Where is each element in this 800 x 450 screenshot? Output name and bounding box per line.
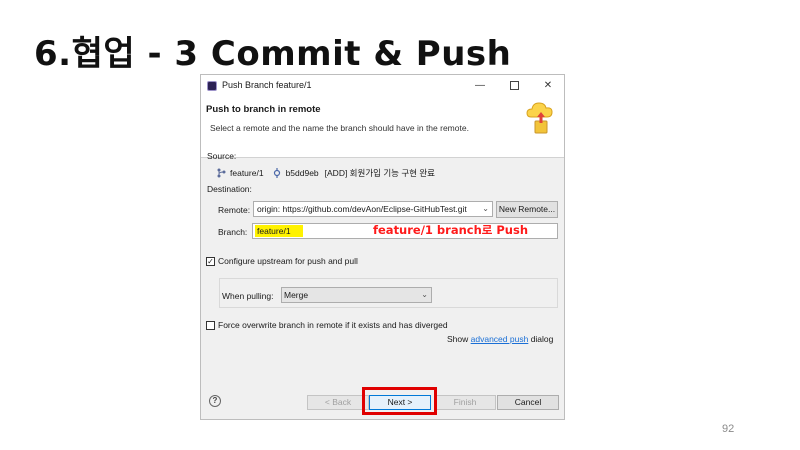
dialog-text: dialog bbox=[530, 334, 554, 344]
destination-label: Destination: bbox=[207, 184, 252, 194]
branch-icon bbox=[217, 168, 226, 178]
eclipse-app-icon bbox=[207, 81, 217, 91]
help-icon[interactable]: ? bbox=[209, 395, 221, 407]
source-branch: feature/1 bbox=[230, 168, 264, 178]
source-commit-message: [ADD] 회원가입 기능 구현 완료 bbox=[324, 168, 435, 178]
source-commit-id: b5dd9eb bbox=[285, 168, 319, 178]
show-text: Show bbox=[447, 334, 469, 344]
minimize-button[interactable]: — bbox=[469, 78, 491, 94]
advanced-push-row: Show advanced push dialog bbox=[447, 334, 553, 344]
when-pulling-select[interactable]: Merge ⌄ bbox=[281, 287, 432, 303]
finish-button[interactable]: Finish bbox=[434, 395, 496, 410]
chevron-down-icon: ⌄ bbox=[421, 290, 428, 299]
branch-label: Branch: bbox=[218, 227, 248, 237]
remote-select[interactable]: origin: https://github.com/devAon/Eclips… bbox=[253, 201, 493, 217]
maximize-button[interactable] bbox=[503, 78, 525, 94]
wizard-heading: Push to branch in remote bbox=[206, 104, 321, 115]
when-pulling-label: When pulling: bbox=[222, 291, 274, 301]
window-title: Push Branch feature/1 bbox=[222, 80, 312, 90]
when-pulling-value: Merge bbox=[284, 290, 309, 300]
branch-input[interactable]: feature/1 feature/1 branch로 Push bbox=[252, 223, 558, 239]
close-button[interactable]: ✕ bbox=[537, 78, 559, 94]
commit-icon bbox=[273, 168, 280, 178]
configure-upstream-checkbox[interactable]: ✓ bbox=[206, 257, 215, 266]
branch-value: feature/1 bbox=[255, 225, 303, 237]
configure-upstream-label: Configure upstream for push and pull bbox=[218, 256, 358, 266]
push-branch-dialog: Push Branch feature/1 — ✕ Push to branch… bbox=[200, 74, 565, 420]
next-button-highlight bbox=[362, 387, 437, 415]
wizard-description: Select a remote and the name the branch … bbox=[210, 123, 469, 133]
back-button[interactable]: < Back bbox=[307, 395, 369, 410]
cloud-upload-icon bbox=[521, 99, 561, 137]
advanced-push-link[interactable]: advanced push bbox=[471, 334, 529, 344]
cancel-button[interactable]: Cancel bbox=[497, 395, 559, 410]
force-overwrite-label: Force overwrite branch in remote if it e… bbox=[218, 320, 448, 330]
remote-value: origin: https://github.com/devAon/Eclips… bbox=[257, 204, 467, 214]
slide-title: 6.협업 - 3 Commit & Push bbox=[34, 34, 512, 74]
wizard-banner: Push to branch in remote Select a remote… bbox=[201, 97, 564, 158]
source-label: Source: bbox=[207, 151, 237, 161]
force-overwrite-checkbox[interactable] bbox=[206, 321, 215, 330]
annotation-text: feature/1 branch로 Push bbox=[373, 223, 529, 237]
source-row: feature/1 b5dd9eb [ADD] 회원가입 기능 구현 완료 bbox=[216, 167, 435, 179]
title-bar: Push Branch feature/1 — ✕ bbox=[201, 75, 564, 97]
new-remote-button[interactable]: New Remote... bbox=[496, 201, 558, 218]
chevron-down-icon: ⌄ bbox=[482, 204, 489, 213]
remote-label: Remote: bbox=[218, 205, 251, 215]
page-number: 92 bbox=[722, 423, 735, 435]
